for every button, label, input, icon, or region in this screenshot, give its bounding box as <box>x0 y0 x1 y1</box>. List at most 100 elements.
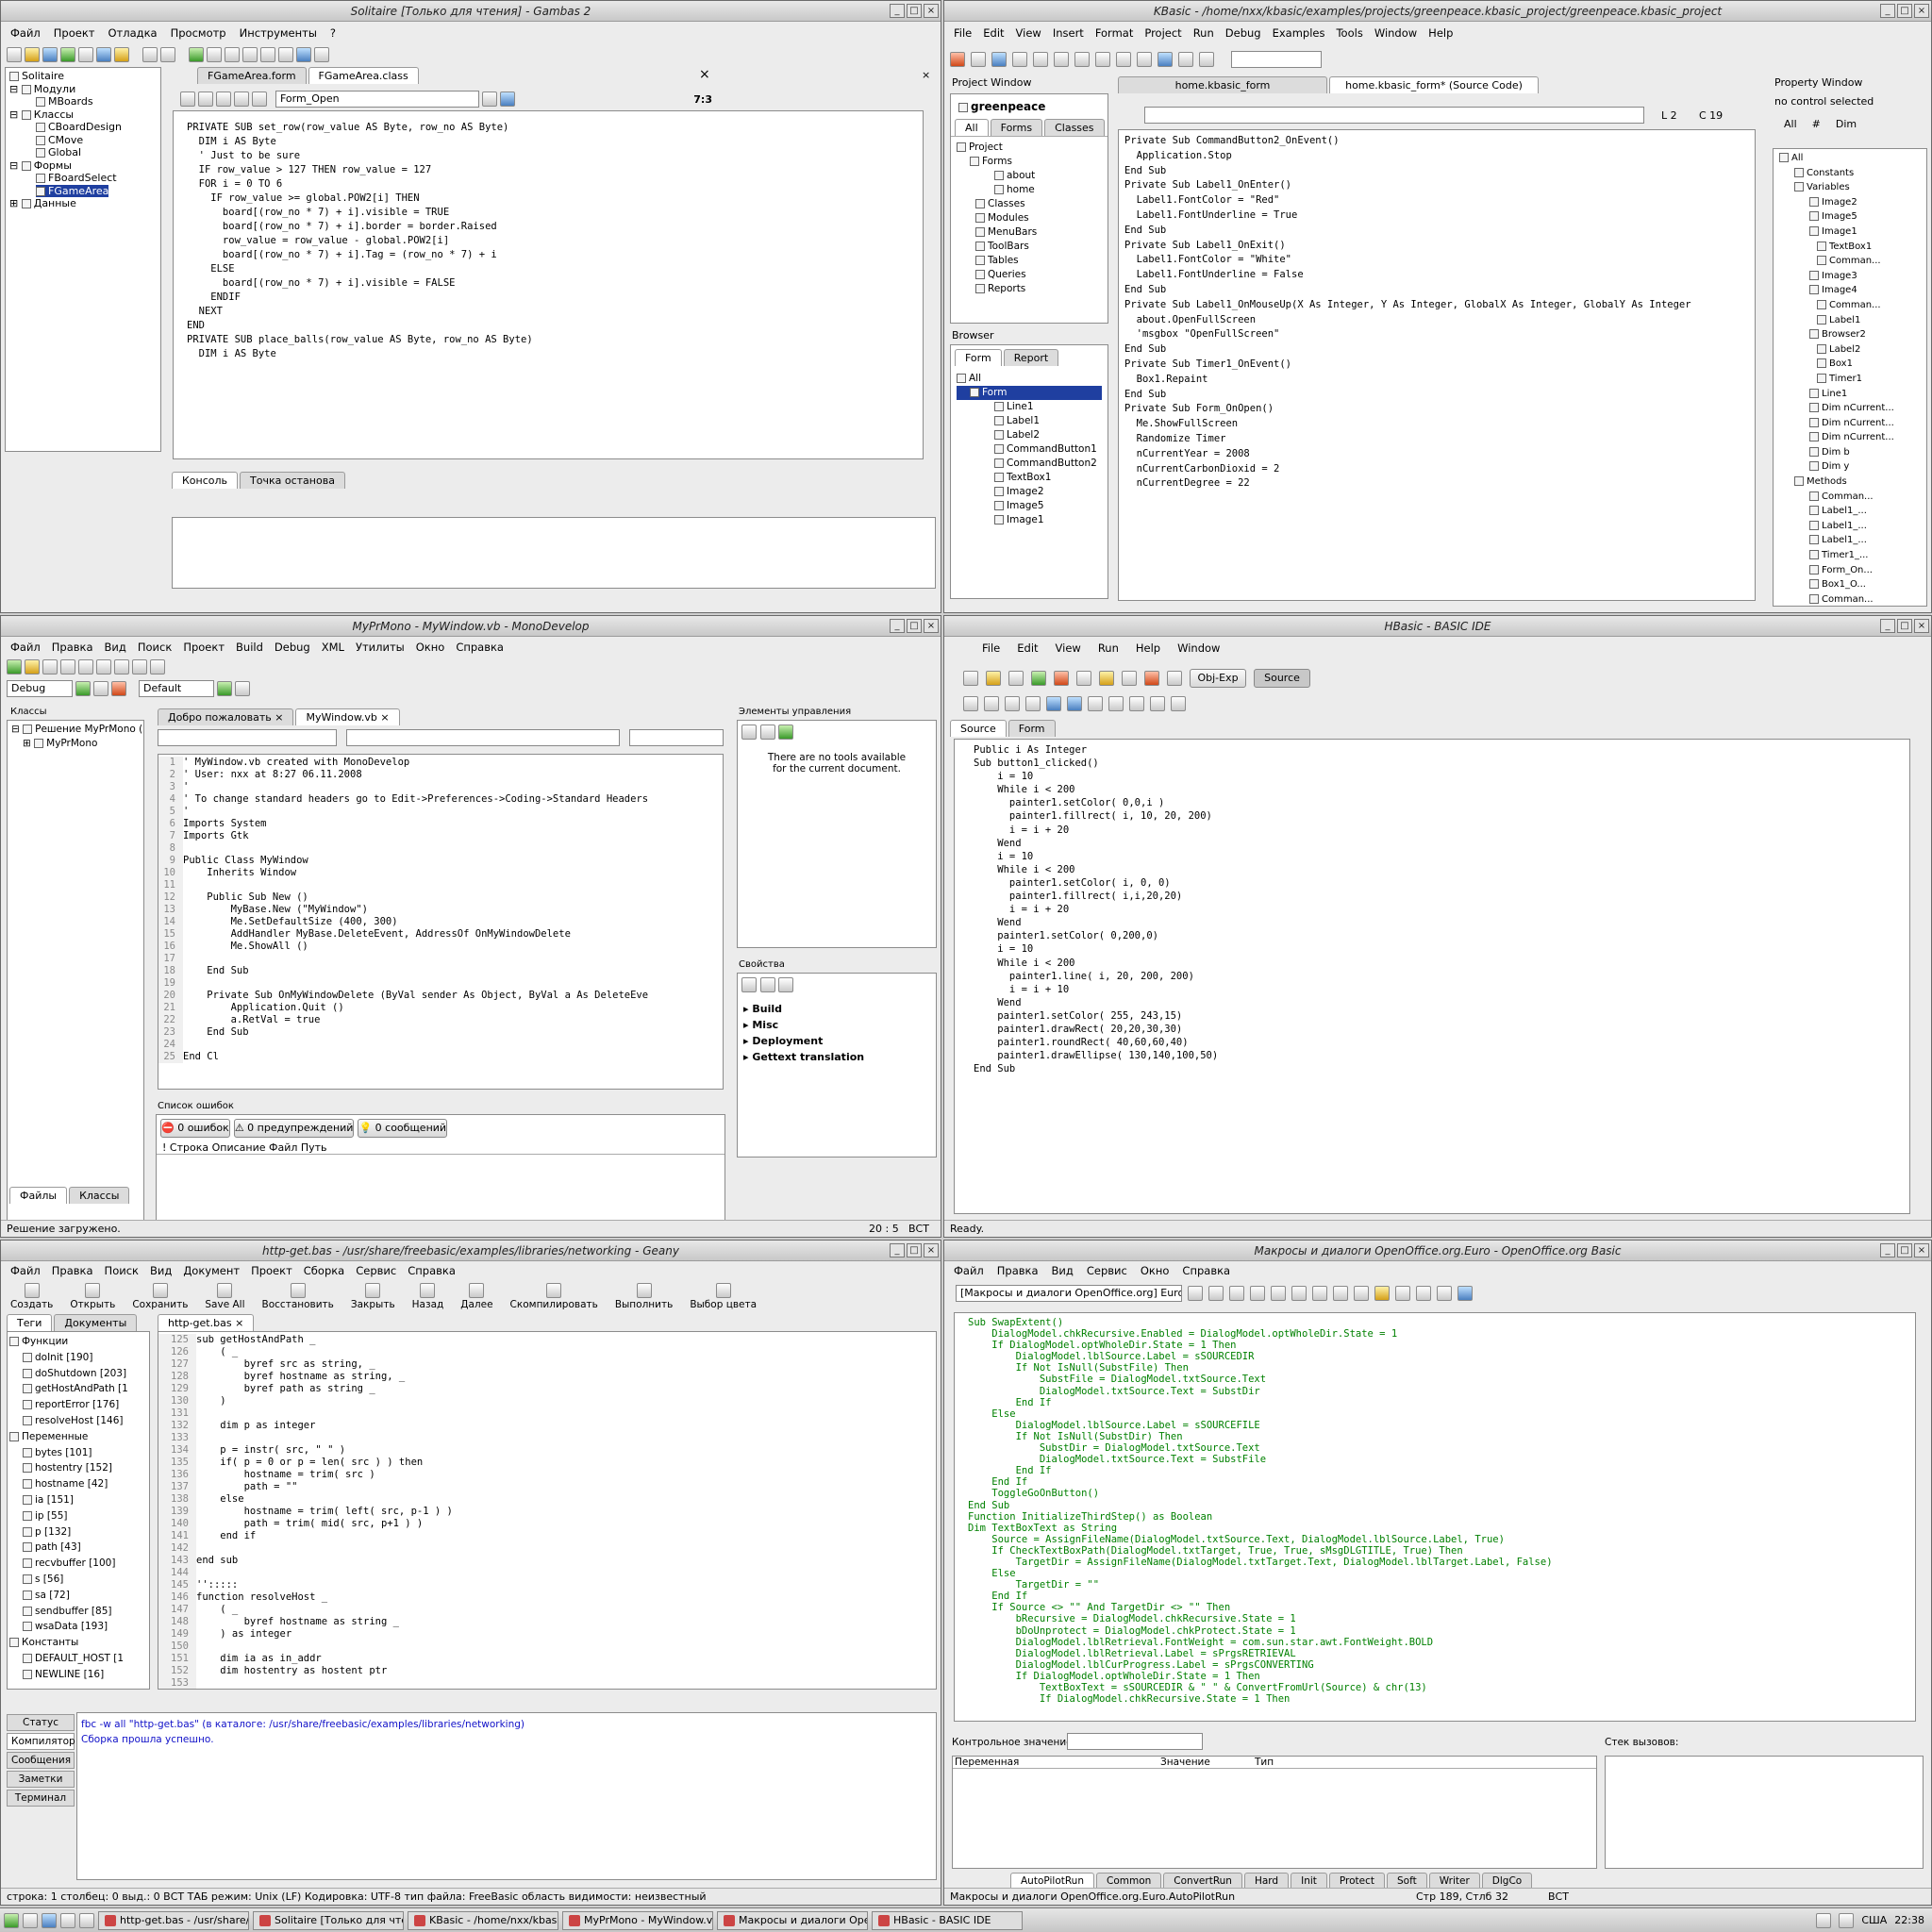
tree-item[interactable]: ToolBars <box>957 240 1102 254</box>
tree-item[interactable]: ia [151] <box>9 1492 147 1508</box>
tree-item[interactable]: getHostAndPath [1 <box>9 1381 147 1397</box>
tree-item[interactable]: MBoards <box>9 95 157 108</box>
step-out-icon[interactable] <box>1291 1286 1307 1301</box>
stop-icon[interactable] <box>111 681 126 696</box>
tree-item[interactable]: Label1 <box>1779 313 1921 328</box>
tree-item[interactable]: Tables <box>957 254 1102 268</box>
menu-item[interactable]: Правка <box>52 1261 93 1280</box>
close-editor-icon[interactable]: × <box>699 67 710 82</box>
menu-item[interactable]: Утилиты <box>356 638 405 657</box>
step-icon[interactable] <box>242 47 258 62</box>
import-icon[interactable] <box>1416 1286 1431 1301</box>
properties-icon[interactable] <box>78 47 93 62</box>
tree-item[interactable]: Dim y <box>1779 459 1921 475</box>
tree-item[interactable]: path [43] <box>9 1540 147 1556</box>
grid-view-icon[interactable] <box>759 724 775 740</box>
quicklaunch-icon[interactable] <box>79 1912 94 1928</box>
class-select[interactable] <box>158 729 337 746</box>
tree-item[interactable]: Comman... <box>1779 490 1921 505</box>
maximize-icon[interactable]: □ <box>1897 1243 1912 1257</box>
menu-item[interactable]: Инструменты <box>240 24 317 42</box>
tree-item[interactable]: TextBox1 <box>957 471 1102 485</box>
tree-item[interactable]: Box1_O... <box>1779 577 1921 592</box>
taskbar-task[interactable]: Макросы и диалоги Open... <box>717 1910 868 1930</box>
close-icon[interactable]: × <box>1914 4 1929 18</box>
menu-item[interactable]: Сервис <box>356 1261 396 1280</box>
tree-item[interactable]: Label1_... <box>1779 519 1921 534</box>
replace-icon[interactable] <box>1108 696 1124 711</box>
save-icon[interactable] <box>1012 52 1027 67</box>
tab-tags[interactable]: Теги <box>7 1314 53 1331</box>
minimize-icon[interactable]: _ <box>890 4 905 18</box>
tree-item[interactable]: doInit [190] <box>9 1350 147 1366</box>
add-icon[interactable] <box>217 681 232 696</box>
hbasic-titlebar[interactable]: HBasic - BASIC IDE _ □ × <box>944 616 1931 637</box>
menu-item[interactable]: Debug <box>275 638 310 657</box>
tree-item[interactable]: MenuBars <box>957 225 1102 240</box>
stop-icon[interactable] <box>225 47 240 62</box>
tab-home-source[interactable]: home.kbasic_form* (Source Code) <box>1329 76 1539 93</box>
toolbar-button[interactable]: Закрыть <box>351 1282 395 1310</box>
step-in-icon[interactable] <box>1271 1286 1286 1301</box>
open-icon[interactable] <box>25 47 40 62</box>
keyboard-layout[interactable]: США <box>1861 1914 1887 1926</box>
message-tab[interactable]: Терминал <box>7 1790 75 1807</box>
warnings-filter-button[interactable]: ⚠ 0 предупреждений <box>233 1119 355 1138</box>
menu-item[interactable]: Проект <box>183 638 225 657</box>
tree-item[interactable]: Dim b <box>1779 445 1921 460</box>
menu-item[interactable]: View <box>1016 24 1041 42</box>
config-select[interactable]: Debug <box>7 680 73 697</box>
taskbar-task[interactable]: MyPrMono - MyWindow.v... <box>562 1910 713 1930</box>
open-icon[interactable] <box>25 659 40 675</box>
redo-icon[interactable] <box>1116 52 1131 67</box>
menu-item[interactable]: Справка <box>456 638 504 657</box>
minimize-icon[interactable]: _ <box>890 1243 905 1257</box>
tree-item[interactable]: Line1 <box>1779 387 1921 402</box>
tree-item[interactable]: ⊟ Решение MyPrMono (1 <box>11 723 143 737</box>
gambas-titlebar[interactable]: Solitaire [Только для чтения] - Gambas 2… <box>1 1 941 22</box>
tree-item[interactable]: Comman... <box>1779 254 1921 269</box>
tree-item[interactable]: Dim nCurrent... <box>1779 401 1921 416</box>
prop-deployment[interactable]: ▸ Deployment <box>738 1033 936 1049</box>
indent-icon[interactable] <box>1150 696 1165 711</box>
hbasic-code-editor[interactable]: Public i As Integer Sub button1_clicked()… <box>954 739 1910 1214</box>
tree-item[interactable]: DEFAULT_HOST [1 <box>9 1651 147 1667</box>
run-icon[interactable] <box>1208 1286 1224 1301</box>
taskbar-task[interactable]: HBasic - BASIC IDE <box>872 1910 1023 1930</box>
tree-item[interactable]: Classes <box>957 197 1102 211</box>
menu-item[interactable]: Правка <box>997 1261 1039 1280</box>
property-tree[interactable]: All Constants Variables Image2 Image5 Image1 T… <box>1773 148 1927 607</box>
tree-item[interactable]: Global <box>9 146 157 159</box>
bottom-tab[interactable]: Консоль <box>172 472 239 489</box>
stop-icon[interactable] <box>1054 671 1069 686</box>
step-icon[interactable] <box>1250 1286 1265 1301</box>
tree-item[interactable]: ⊟ Классы <box>9 108 157 122</box>
tree-item[interactable]: Comman... <box>1779 592 1921 606</box>
taskbar-task[interactable]: http-get.bas - /usr/share/f... <box>98 1910 249 1930</box>
tree-item[interactable]: s [56] <box>9 1572 147 1588</box>
tree-item[interactable]: Solitaire <box>9 70 157 83</box>
menu-item[interactable]: Просмотр <box>171 24 226 42</box>
messages-filter-button[interactable]: 💡 0 сообщений <box>358 1119 448 1138</box>
toolbar-button[interactable]: Скомпилировать <box>510 1282 598 1310</box>
open-icon[interactable] <box>986 671 1001 686</box>
geany-code-editor[interactable]: 125 sub getHostAndPath _ 126 ( _ 127 byref … <box>158 1331 937 1690</box>
tree-item[interactable]: bytes [101] <box>9 1445 147 1461</box>
paste-icon[interactable] <box>132 659 147 675</box>
tree-item[interactable]: Line1 <box>957 400 1102 414</box>
tree-item[interactable]: Queries <box>957 268 1102 282</box>
minimize-icon[interactable]: _ <box>1880 1243 1895 1257</box>
tab-welcome[interactable]: Добро пожаловать × <box>158 708 294 725</box>
tree-item[interactable]: Reports <box>957 282 1102 296</box>
tab-prop-hash[interactable]: # <box>1812 118 1821 130</box>
menu-item[interactable]: Проект <box>54 24 95 42</box>
menu-item[interactable]: Run <box>1193 24 1214 42</box>
message-tab[interactable]: Сообщения <box>7 1752 75 1769</box>
kbasic-code-editor[interactable]: Private Sub CommandButton2_OnEvent() App… <box>1118 129 1756 601</box>
refresh-icon[interactable] <box>96 47 111 62</box>
menu-item[interactable]: Файл <box>10 1261 41 1280</box>
procedure-select[interactable]: Form_Open <box>275 91 479 108</box>
pause-icon[interactable] <box>207 47 222 62</box>
sort-icon[interactable] <box>741 977 757 992</box>
menu-item[interactable]: Run <box>1098 639 1119 658</box>
